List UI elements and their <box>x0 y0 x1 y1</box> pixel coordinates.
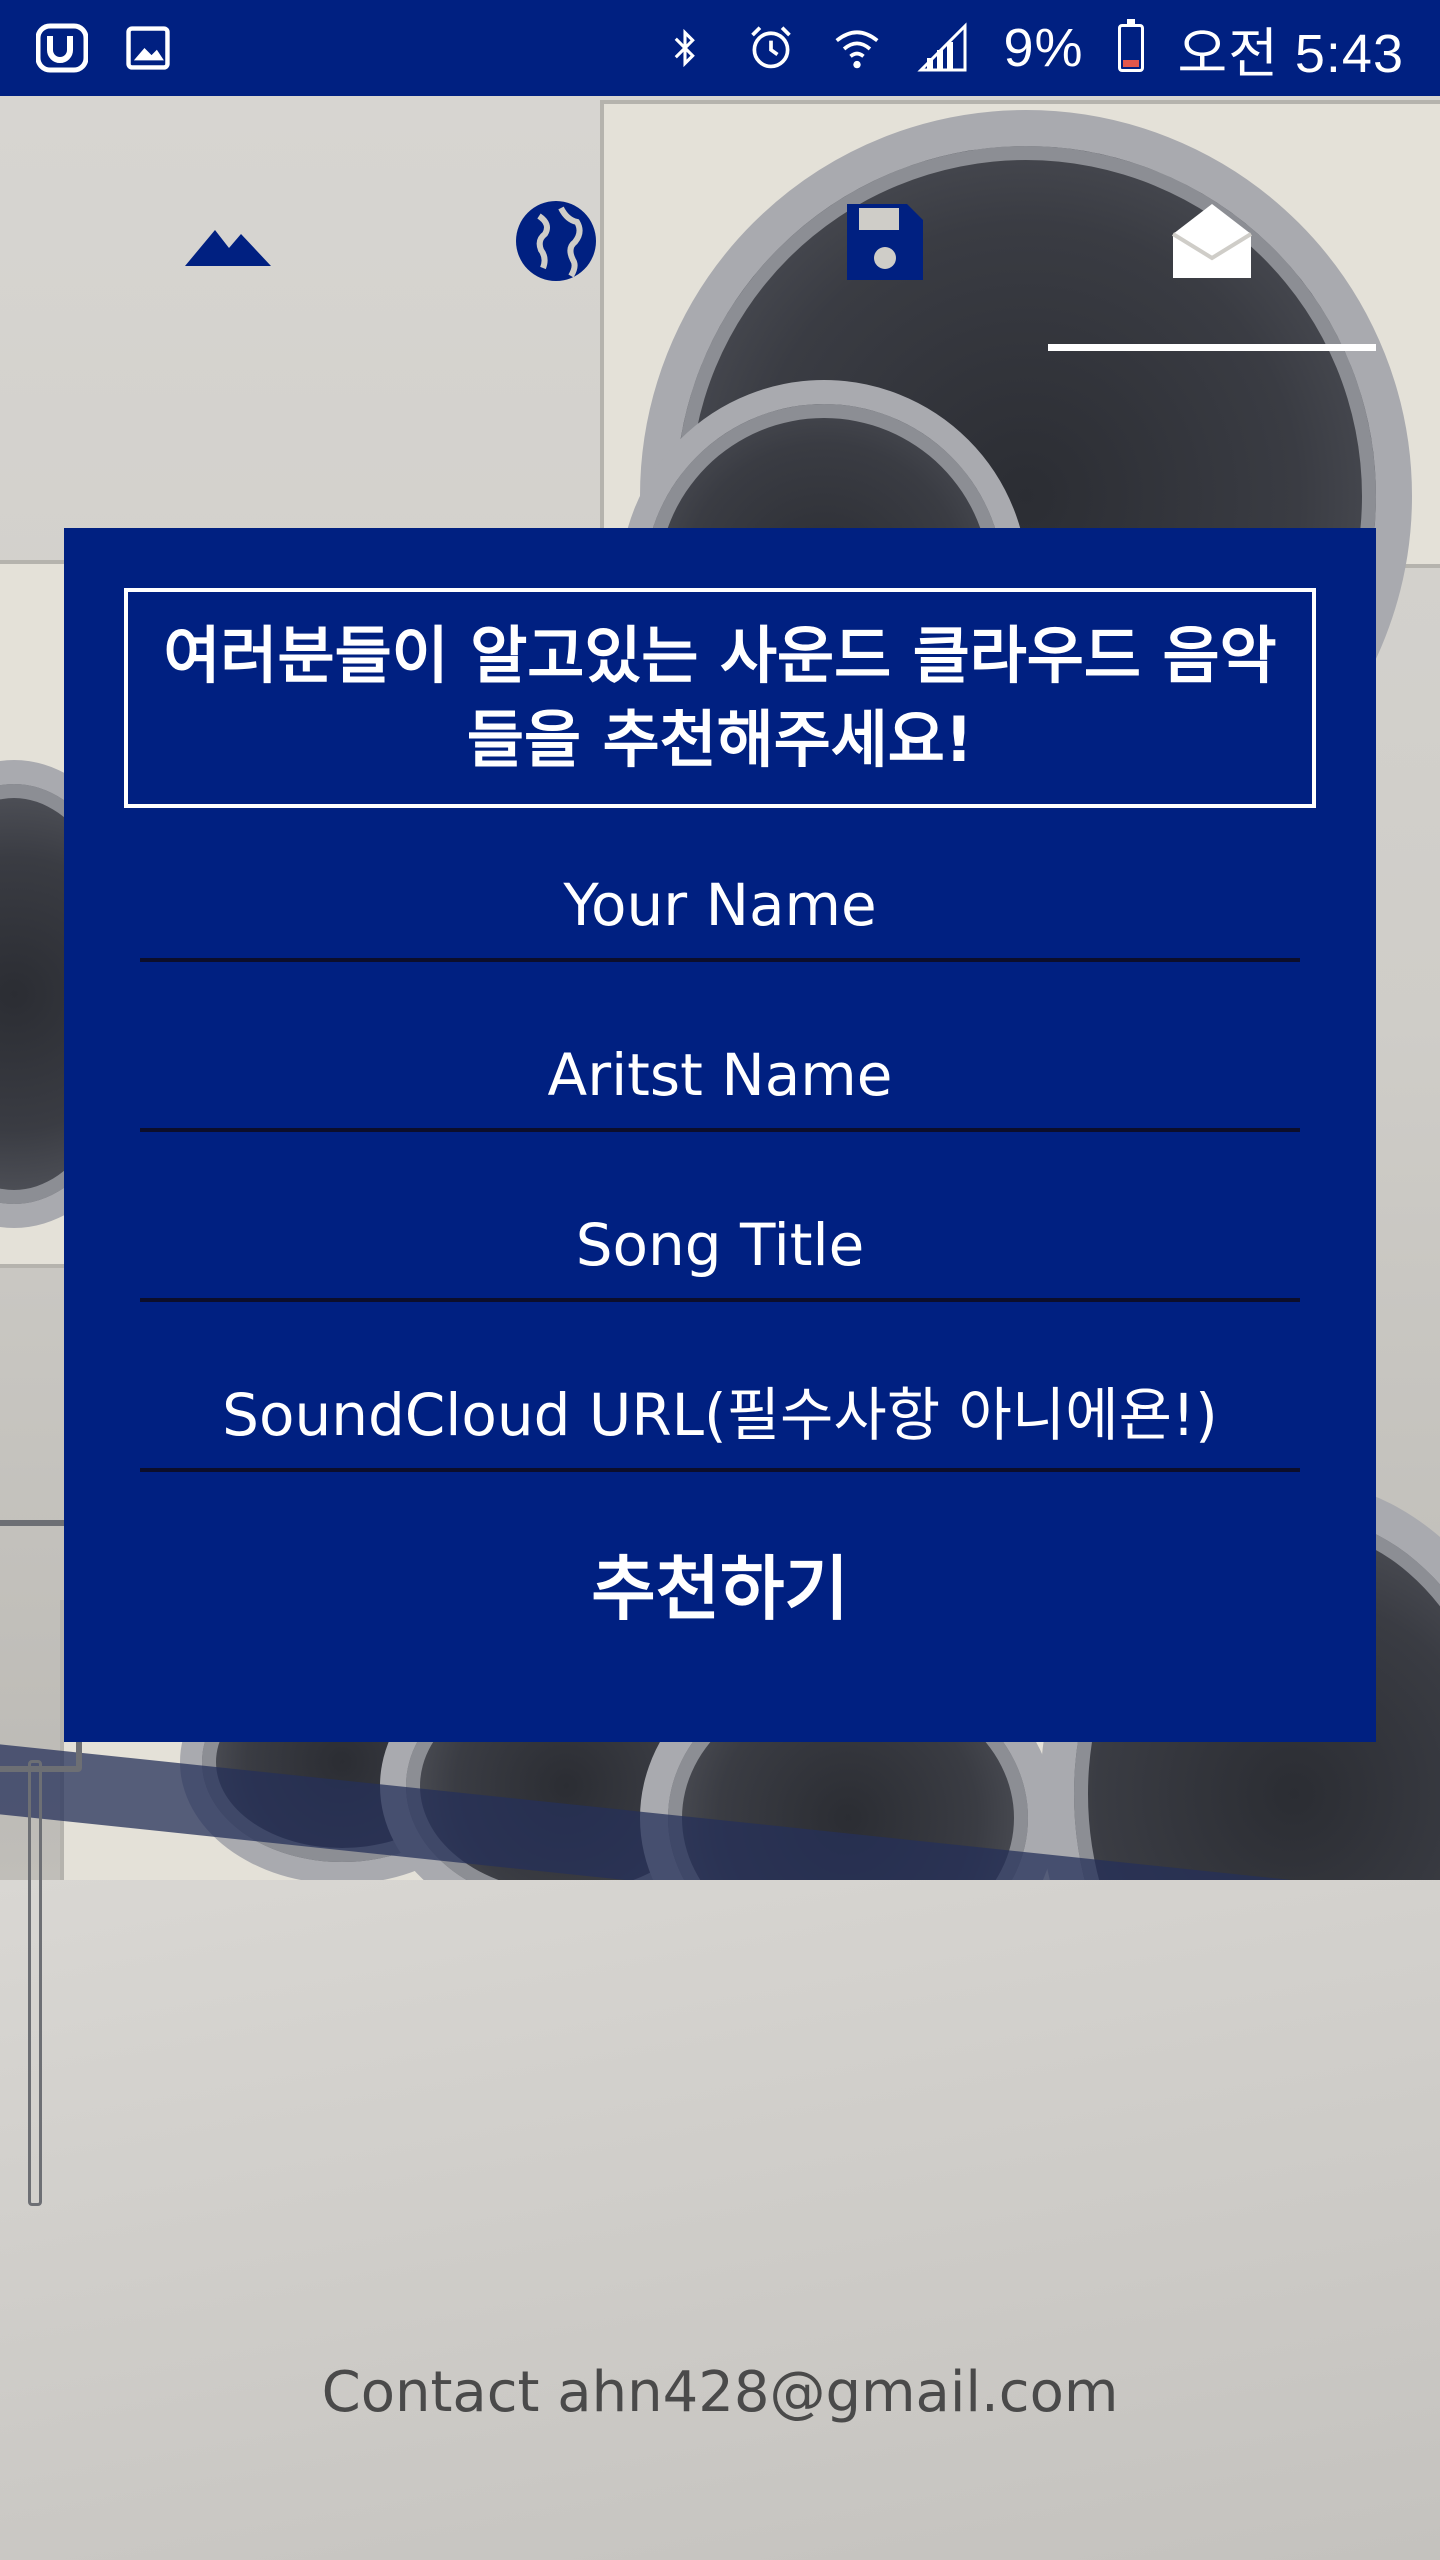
tab-save[interactable] <box>720 196 1048 346</box>
soundcloud-url-input[interactable] <box>140 1368 1300 1472</box>
song-title-input[interactable] <box>140 1198 1300 1302</box>
your-name-input[interactable] <box>140 858 1300 962</box>
mountain-icon <box>185 230 271 266</box>
open-envelope-icon <box>1171 204 1253 278</box>
u-plus-icon <box>36 22 88 74</box>
gallery-icon <box>122 22 174 74</box>
battery-icon <box>1117 19 1144 72</box>
form-title: 여러분들이 알고있는 사운드 클라우드 음악들을 추천해주세요! <box>124 588 1316 808</box>
globe-icon <box>516 201 596 281</box>
artist-name-input[interactable] <box>140 1028 1300 1132</box>
contact-email: Contact ahn428@gmail.com <box>321 2360 1119 2425</box>
recommendation-form: 여러분들이 알고있는 사운드 클라우드 음악들을 추천해주세요! 추천하기 <box>64 528 1376 1742</box>
tab-contact[interactable] <box>1048 196 1376 346</box>
tab-bar <box>0 96 1440 356</box>
signal-icon <box>917 22 969 74</box>
status-bar: 9% 오전 5:43 <box>0 0 1440 96</box>
wifi-icon <box>831 22 883 74</box>
alarm-icon <box>745 22 797 74</box>
bluetooth-icon <box>659 22 711 74</box>
battery-percentage: 9% <box>1003 18 1084 78</box>
tab-gallery[interactable] <box>64 196 392 346</box>
status-right: 9% 오전 5:43 <box>659 9 1404 88</box>
tab-world[interactable] <box>392 196 720 346</box>
status-left <box>36 22 174 74</box>
recommend-submit-button[interactable]: 추천하기 <box>520 1518 920 1648</box>
status-time: 오전 5:43 <box>1177 23 1404 84</box>
floppy-disk-icon <box>847 204 923 280</box>
selected-tab-indicator <box>1048 344 1376 351</box>
